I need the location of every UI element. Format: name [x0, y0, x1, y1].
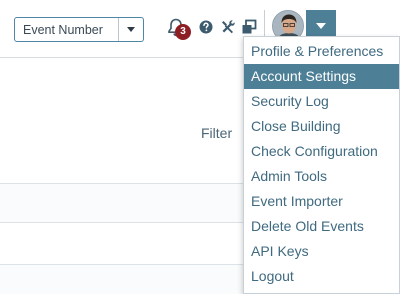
- admin-tools-button[interactable]: [220, 19, 236, 35]
- filter-label: Filter: [201, 125, 233, 141]
- menu-item-api-keys[interactable]: API Keys: [244, 239, 399, 264]
- event-select-value: Event Number: [23, 23, 103, 37]
- menu-item-event-importer[interactable]: Event Importer: [244, 189, 399, 214]
- windows-button[interactable]: [241, 19, 257, 35]
- menu-item-security-log[interactable]: Security Log: [244, 89, 399, 114]
- menu-item-account-settings[interactable]: Account Settings: [244, 64, 399, 89]
- event-number-select[interactable]: Event Number: [14, 17, 144, 42]
- help-button[interactable]: [199, 20, 213, 34]
- menu-item-profile-preferences[interactable]: Profile & Preferences: [244, 39, 399, 64]
- menu-item-logout[interactable]: Logout: [244, 264, 399, 289]
- wrench-screwdriver-icon: [222, 20, 235, 34]
- menu-item-close-building[interactable]: Close Building: [244, 114, 399, 139]
- question-circle-icon: [199, 20, 213, 34]
- windows-icon: [242, 19, 257, 34]
- notification-count-badge: 3: [175, 24, 191, 40]
- select-divider: [118, 18, 119, 41]
- user-dropdown-menu: Profile & Preferences Account Settings S…: [243, 36, 400, 294]
- chevron-down-icon: [127, 27, 135, 32]
- menu-item-check-configuration[interactable]: Check Configuration: [244, 139, 399, 164]
- menu-item-delete-old-events[interactable]: Delete Old Events: [244, 214, 399, 239]
- menu-item-admin-tools[interactable]: Admin Tools: [244, 164, 399, 189]
- caret-down-icon: [316, 23, 326, 29]
